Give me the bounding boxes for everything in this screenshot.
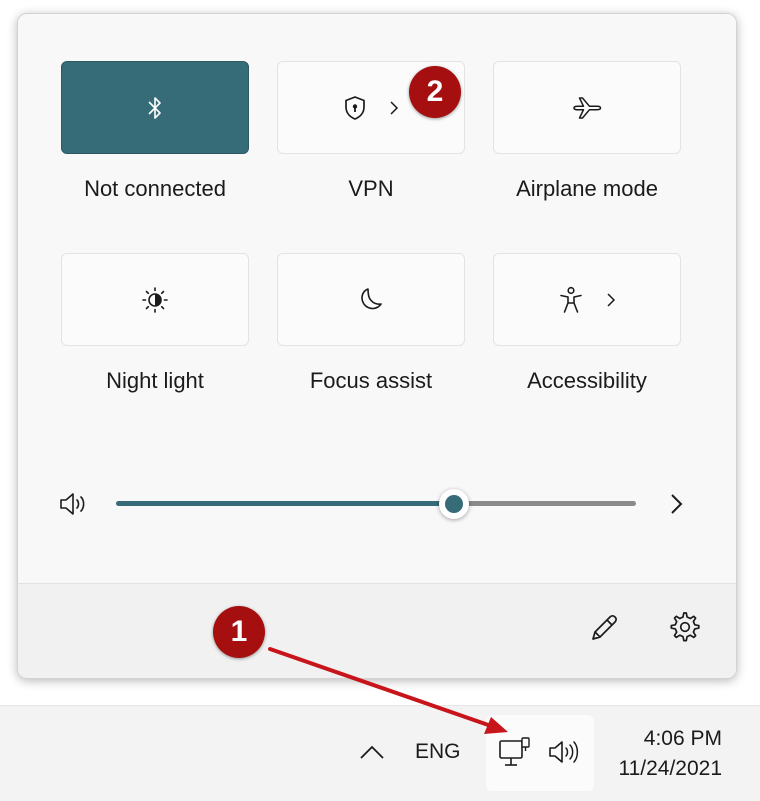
night-light-tile[interactable]	[61, 253, 249, 346]
brightness-icon	[142, 286, 168, 313]
clock-date: 11/24/2021	[618, 757, 722, 780]
gear-icon[interactable]	[668, 610, 702, 644]
quick-settings-footer	[18, 584, 736, 678]
accessibility-tile-label: Accessibility	[527, 368, 647, 393]
speaker-icon[interactable]	[57, 490, 91, 518]
network-icon[interactable]	[497, 735, 533, 771]
volume-slider-fill	[116, 501, 454, 506]
night-light-tile-label: Night light	[106, 368, 204, 393]
accessibility-tile[interactable]	[493, 253, 681, 346]
focus-assist-tile[interactable]	[277, 253, 465, 346]
bluetooth-icon	[148, 96, 161, 119]
shield-icon	[345, 95, 365, 120]
pencil-icon[interactable]	[587, 611, 621, 645]
airplane-icon	[573, 96, 602, 119]
airplane-mode-tile[interactable]	[493, 61, 681, 154]
chevron-up-icon[interactable]	[358, 740, 386, 764]
annotation-badge-2: 2	[409, 66, 461, 118]
bluetooth-tile-label: Not connected	[84, 176, 226, 201]
airplane-mode-tile-label: Airplane mode	[516, 176, 658, 201]
annotation-badge-1: 1	[213, 606, 265, 658]
language-indicator[interactable]: ENG	[415, 740, 461, 764]
volume-slider-thumb[interactable]	[439, 489, 469, 519]
chevron-right-icon[interactable]	[664, 490, 688, 518]
bluetooth-tile[interactable]	[61, 61, 249, 154]
chevron-right-icon	[390, 100, 399, 115]
moon-icon	[361, 287, 382, 309]
speaker-icon[interactable]	[546, 737, 580, 767]
volume-slider-track[interactable]	[454, 501, 636, 506]
vpn-tile-label: VPN	[348, 176, 394, 201]
focus-assist-tile-label: Focus assist	[309, 368, 433, 393]
chevron-right-icon	[607, 292, 616, 307]
accessibility-icon	[560, 286, 582, 313]
clock[interactable]: 4:06 PM 11/24/2021	[608, 724, 722, 784]
clock-time: 4:06 PM	[643, 727, 722, 750]
